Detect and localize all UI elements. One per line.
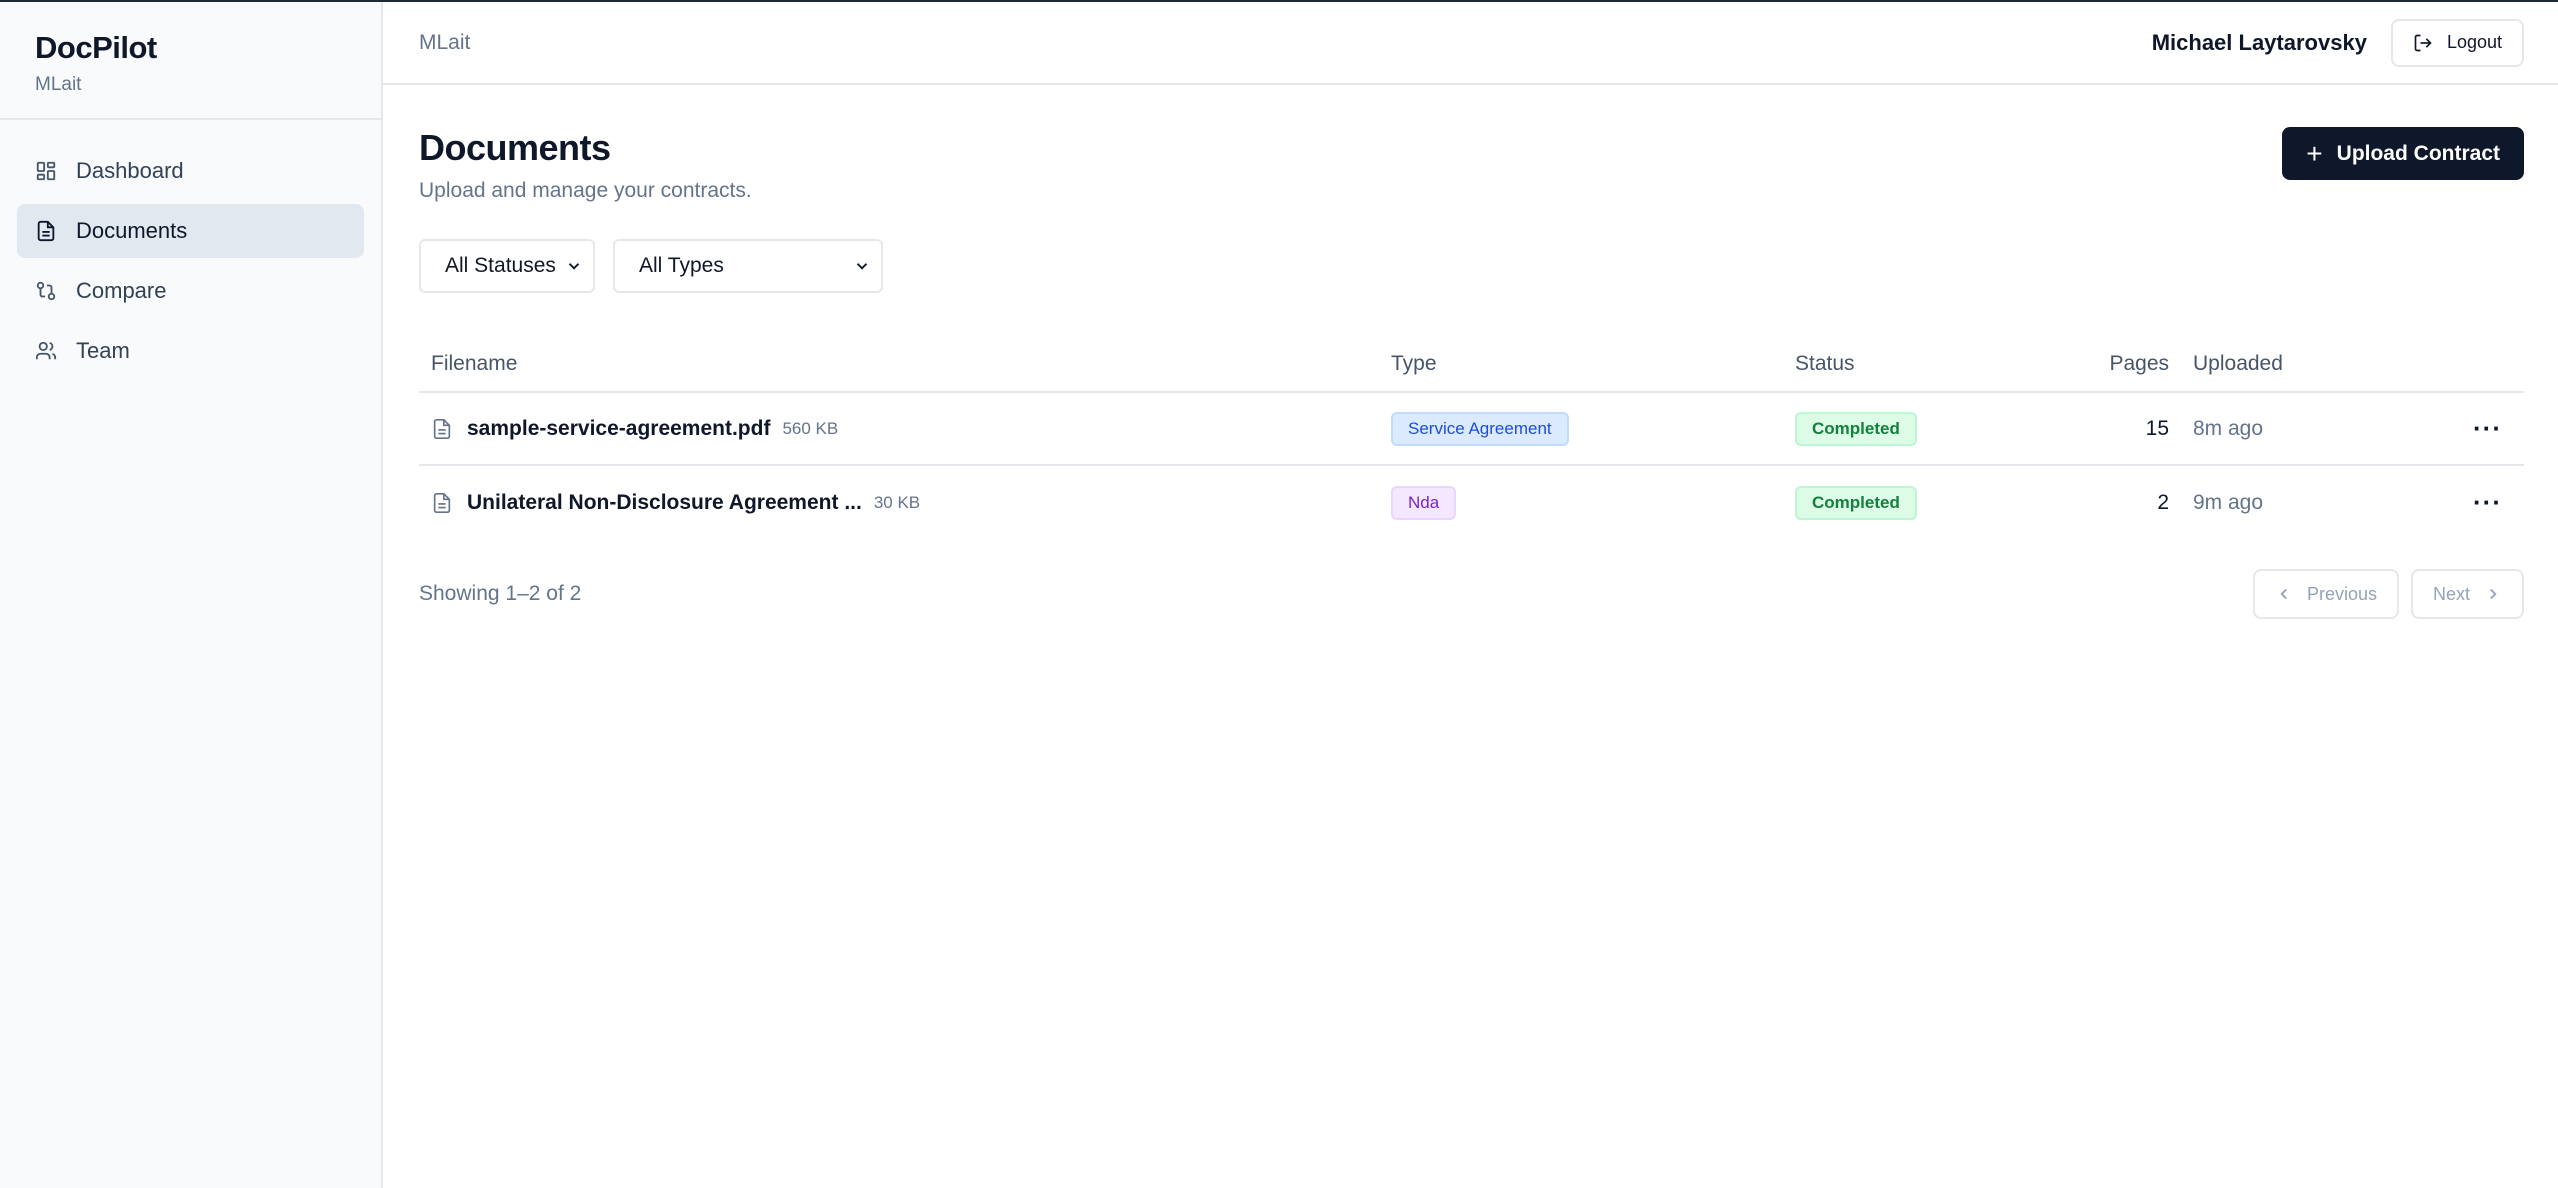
next-label: Next [2432,583,2470,604]
cell-filename: Unilateral Non-Disclosure Agreement ... … [419,491,1391,515]
table-header: Filename Type Status Pages Uploaded [419,337,2524,393]
showing-count: Showing 1–2 of 2 [419,582,582,605]
cell-filename: sample-service-agreement.pdf 560 KB [419,417,1391,441]
sidebar-item-compare[interactable]: Compare [17,264,364,318]
cell-actions: ··· [2349,415,2524,443]
filters: All Statuses All Types [419,239,2524,293]
status-badge: Completed [1795,485,1917,520]
type-filter-value: All Types [639,254,724,277]
logout-label: Logout [2446,32,2502,52]
sidebar-item-label: Compare [76,278,167,303]
type-badge: Service Agreement [1391,411,1569,446]
team-icon [35,340,57,362]
cell-uploaded: 9m ago [2193,490,2264,514]
cell-actions: ··· [2349,489,2524,517]
user-name: Michael Laytarovsky [2151,29,2367,55]
page-subtitle: Upload and manage your contracts. [419,179,752,202]
page-title: Documents [419,127,611,168]
sidebar: DocPilot MLait Dashboard Documents Compa… [0,2,383,1188]
sidebar-item-label: Dashboard [76,158,184,183]
file-icon [431,418,453,440]
app-root: DocPilot MLait Dashboard Documents Compa… [0,0,2558,1188]
documents-table: Filename Type Status Pages Uploaded samp… [419,337,2524,539]
table-row[interactable]: Unilateral Non-Disclosure Agreement ... … [419,466,2524,539]
brand-title: DocPilot [35,30,157,65]
brand-org: MLait [35,74,82,95]
document-icon [35,220,57,242]
topbar-user-area: Michael Laytarovsky Logout [2151,18,2524,67]
page-header: Documents Upload and manage your contrac… [419,125,2524,203]
header-pages: Pages [2109,352,2169,375]
cell-pages: 2 [2157,490,2169,514]
file-size: 30 KB [873,492,921,512]
table-row[interactable]: sample-service-agreement.pdf 560 KB Serv… [419,393,2524,466]
file-name[interactable]: sample-service-agreement.pdf [467,417,770,441]
chevron-right-icon [2490,588,2497,600]
cell-uploaded: 8m ago [2193,416,2264,440]
dashboard-icon [35,160,57,182]
pagination: Previous Next [2241,569,2524,619]
chevron-down-icon [856,263,868,270]
type-filter-select[interactable]: All Types [613,239,883,293]
status-filter-select[interactable]: All Statuses [419,239,595,293]
topbar: MLait Michael Laytarovsky Logout [383,2,2558,85]
chevron-left-icon [2280,588,2287,600]
sidebar-item-label: Team [76,338,130,363]
cell-status: Completed [1795,411,2059,446]
more-options-icon[interactable]: ··· [2473,487,2502,517]
logout-button[interactable]: Logout [2390,18,2524,67]
header-filename: Filename [431,352,518,375]
sidebar-item-team[interactable]: Team [17,324,364,378]
cell-status: Completed [1795,485,2059,520]
cell-pages: 15 [2145,416,2169,440]
topbar-org: MLait [419,30,471,54]
main-area: MLait Michael Laytarovsky Logout Documen… [383,2,2558,1188]
header-type: Type [1391,352,1437,375]
status-filter-value: All Statuses [445,254,556,277]
header-uploaded: Uploaded [2193,352,2283,375]
previous-label: Previous [2306,583,2377,604]
chevron-down-icon [568,263,580,270]
brand: DocPilot MLait [0,2,381,120]
type-badge: Nda [1391,485,1457,520]
status-badge: Completed [1795,411,1917,446]
upload-label: Upload Contract [2336,141,2500,165]
more-options-icon[interactable]: ··· [2473,413,2502,443]
cell-type: Service Agreement [1391,411,1795,446]
next-button[interactable]: Next [2410,569,2524,619]
logout-icon [2414,34,2432,51]
sidebar-item-documents[interactable]: Documents [17,204,364,258]
header-status: Status [1795,352,1855,375]
plus-icon: + [2306,137,2323,169]
sidebar-item-label: Documents [76,218,188,243]
content: Documents Upload and manage your contrac… [383,85,2558,619]
previous-button[interactable]: Previous [2252,569,2399,619]
file-icon [431,492,453,514]
sidebar-nav: Dashboard Documents Compare Team [0,120,381,408]
cell-type: Nda [1391,485,1795,520]
sidebar-item-dashboard[interactable]: Dashboard [17,144,364,198]
compare-icon [35,280,57,302]
file-size: 560 KB [782,418,839,438]
upload-contract-button[interactable]: + Upload Contract [2282,127,2524,180]
table-footer: Showing 1–2 of 2 Previous Next [419,569,2524,619]
file-name[interactable]: Unilateral Non-Disclosure Agreement ... [467,491,862,515]
